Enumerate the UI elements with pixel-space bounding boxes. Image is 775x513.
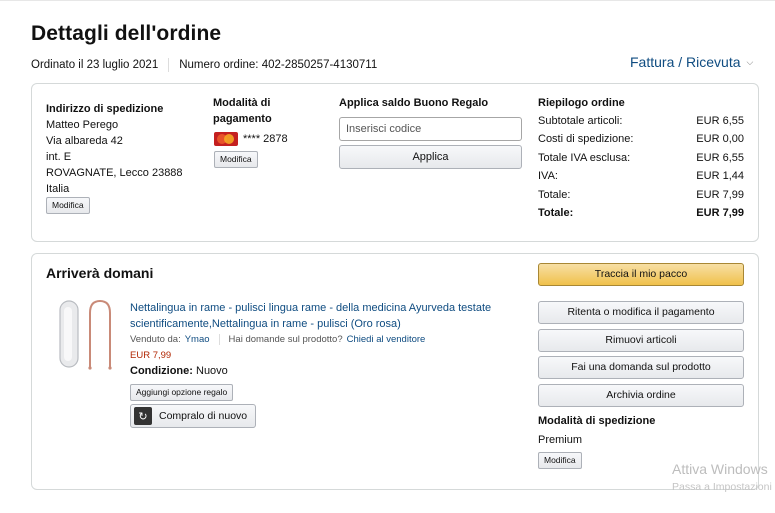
shipment-panel: Arriverà domani Nettalingua in rame - pu… — [31, 253, 759, 490]
seller-link[interactable]: Ymao — [185, 334, 210, 345]
buy-again-button[interactable]: ↻ Compralo di nuovo — [130, 404, 257, 428]
sold-by-label: Venduto da: — [130, 334, 181, 345]
address-line: Matteo Perego — [46, 119, 119, 131]
order-summary: Riepilogo ordine Subtotale articoli: EUR … — [538, 95, 744, 222]
summary-row: IVA: EUR 1,44 — [538, 169, 744, 182]
invoice-link[interactable]: Fattura / Ricevuta ⌵ — [630, 54, 753, 70]
shipping-method-label: Modalità di spedizione — [538, 415, 656, 427]
shipping-method-value: Premium — [538, 434, 583, 446]
address-line: int. E — [46, 151, 72, 163]
address-line: Italia — [46, 183, 70, 195]
summary-row: Costi di spedizione: EUR 0,00 — [538, 132, 744, 145]
meta-separator — [168, 58, 170, 72]
chevron-down-icon: ⌵ — [746, 56, 754, 67]
invoice-label: Fattura / Ricevuta — [630, 54, 741, 70]
address-line: ROVAGNATE, Lecco 23888 — [46, 167, 183, 179]
activation-watermark-subtitle: Passa a Impostazioni — [672, 481, 772, 493]
gift-card-label: Applica saldo Buono Regalo — [339, 97, 489, 109]
remove-items-button[interactable]: Rimuovi articoli — [538, 329, 744, 352]
order-meta: Ordinato il 23 luglio 2021 Numero ordine… — [31, 58, 377, 72]
apply-gift-button[interactable]: Applica — [339, 145, 522, 169]
track-package-button[interactable]: Traccia il mio pacco — [538, 263, 744, 286]
product-image[interactable] — [54, 297, 116, 375]
gift-code-input[interactable] — [339, 117, 522, 141]
summary-row: Totale IVA esclusa: EUR 6,55 — [538, 152, 744, 164]
edit-shipping-button[interactable]: Modifica — [538, 452, 582, 469]
page-title: Dettagli dell'ordine — [31, 22, 222, 45]
edit-address-button[interactable]: Modifica — [46, 197, 90, 214]
address-line: Via albareda 42 — [46, 135, 123, 147]
shipping-address: Matteo Perego Via albareda 42 int. E ROV… — [46, 117, 206, 197]
retry-payment-button[interactable]: Ritenta o modifica il pagamento — [538, 301, 744, 324]
product-title-link[interactable]: Nettalingua in rame - pulisci lingua ram… — [130, 300, 520, 332]
edit-payment-button[interactable]: Modifica — [214, 151, 258, 168]
seller-info: Venduto da: Ymao Hai domande sul prodott… — [130, 334, 425, 345]
card-number: **** 2878 — [243, 133, 288, 145]
order-number: Numero ordine: 402-2850257-4130711 — [179, 59, 378, 71]
activation-watermark: Attiva Windows — [672, 461, 768, 477]
ask-question-button[interactable]: Fai una domanda sul prodotto — [538, 356, 744, 379]
buy-again-icon: ↻ — [134, 407, 152, 425]
order-info-panel: Indirizzo di spedizione Matteo Perego Vi… — [31, 83, 759, 242]
order-date: Ordinato il 23 luglio 2021 — [31, 59, 159, 71]
summary-row: Totale: EUR 7,99 — [538, 189, 744, 201]
top-divider — [0, 0, 775, 3]
shipping-address-label: Indirizzo di spedizione — [46, 103, 164, 115]
mastercard-icon — [214, 132, 238, 146]
condition-label: Condizione: — [130, 365, 193, 377]
question-label: Hai domande sul prodotto? — [228, 334, 343, 345]
summary-row: Subtotale articoli: EUR 6,55 — [538, 115, 744, 127]
product-price: EUR 7,99 — [130, 350, 172, 361]
add-gift-option-button[interactable]: Aggiungi opzione regalo — [130, 384, 234, 401]
payment-card: **** 2878 — [214, 132, 288, 146]
summary-heading: Riepilogo ordine — [538, 97, 625, 109]
archive-order-button[interactable]: Archivia ordine — [538, 384, 744, 407]
grand-total-row: Totale: EUR 7,99 — [538, 206, 744, 219]
product-condition: Condizione: Nuovo — [130, 365, 228, 377]
contact-seller-link[interactable]: Chiedi al venditore — [347, 334, 426, 345]
delivery-heading: Arriverà domani — [46, 265, 154, 281]
seller-separator — [218, 334, 220, 345]
payment-method-label: Modalità di pagamento — [213, 97, 272, 125]
buy-again-label: Compralo di nuovo — [159, 410, 248, 422]
condition-value: Nuovo — [196, 365, 228, 377]
